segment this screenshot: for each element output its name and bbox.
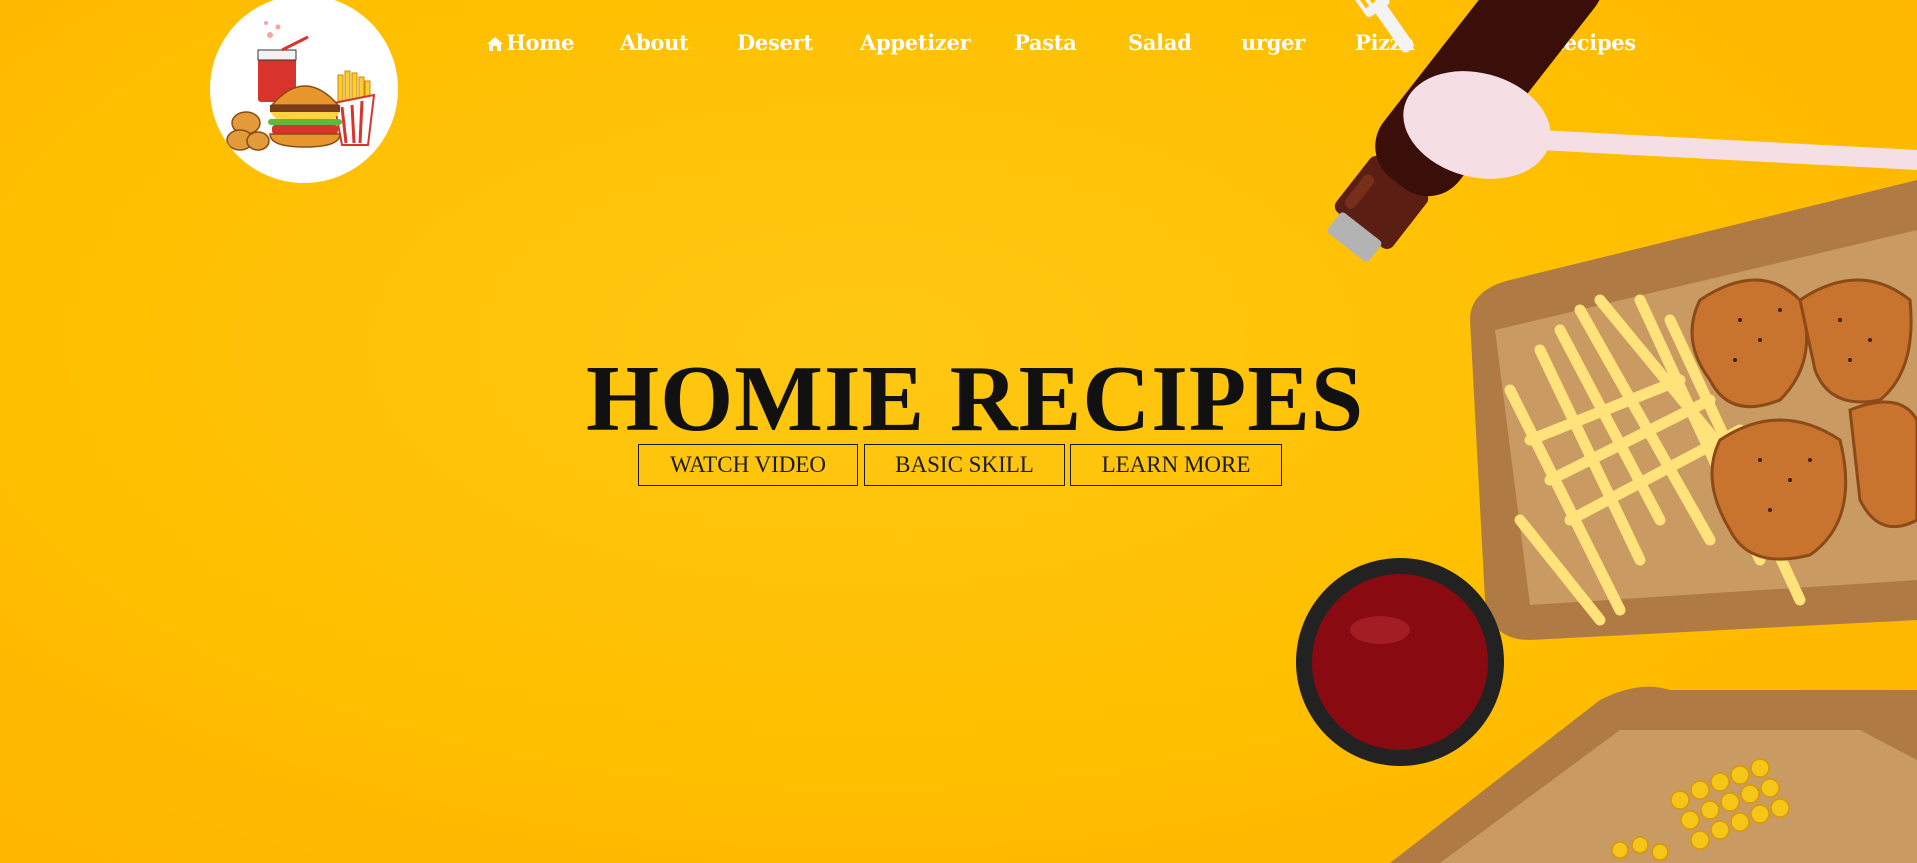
nav-salad[interactable]: Salad [1128, 30, 1192, 55]
home-icon [487, 37, 503, 51]
watch-video-button[interactable]: WATCH VIDEO [638, 444, 858, 486]
site-logo[interactable] [210, 0, 398, 183]
nav-home[interactable]: Home [486, 30, 575, 55]
basic-skill-button[interactable]: BASIC SKILL [864, 444, 1065, 486]
hero-title: HOMIE RECIPES [586, 347, 1365, 451]
spoon-icon [1403, 71, 1917, 179]
tray-fries-nuggets [1470, 180, 1917, 640]
learn-more-button[interactable]: LEARN MORE [1070, 444, 1282, 486]
nav-home-label: Home [506, 30, 575, 55]
fast-food-icon [226, 21, 376, 151]
nav-desert[interactable]: Desert [737, 30, 813, 55]
nav-pasta[interactable]: Pasta [1014, 30, 1077, 55]
nav-about[interactable]: About [620, 30, 689, 55]
fork-icon [1339, 0, 1414, 53]
nav-appetizer[interactable]: Appetizer [860, 30, 971, 55]
ketchup-bowl-icon [1296, 558, 1504, 766]
